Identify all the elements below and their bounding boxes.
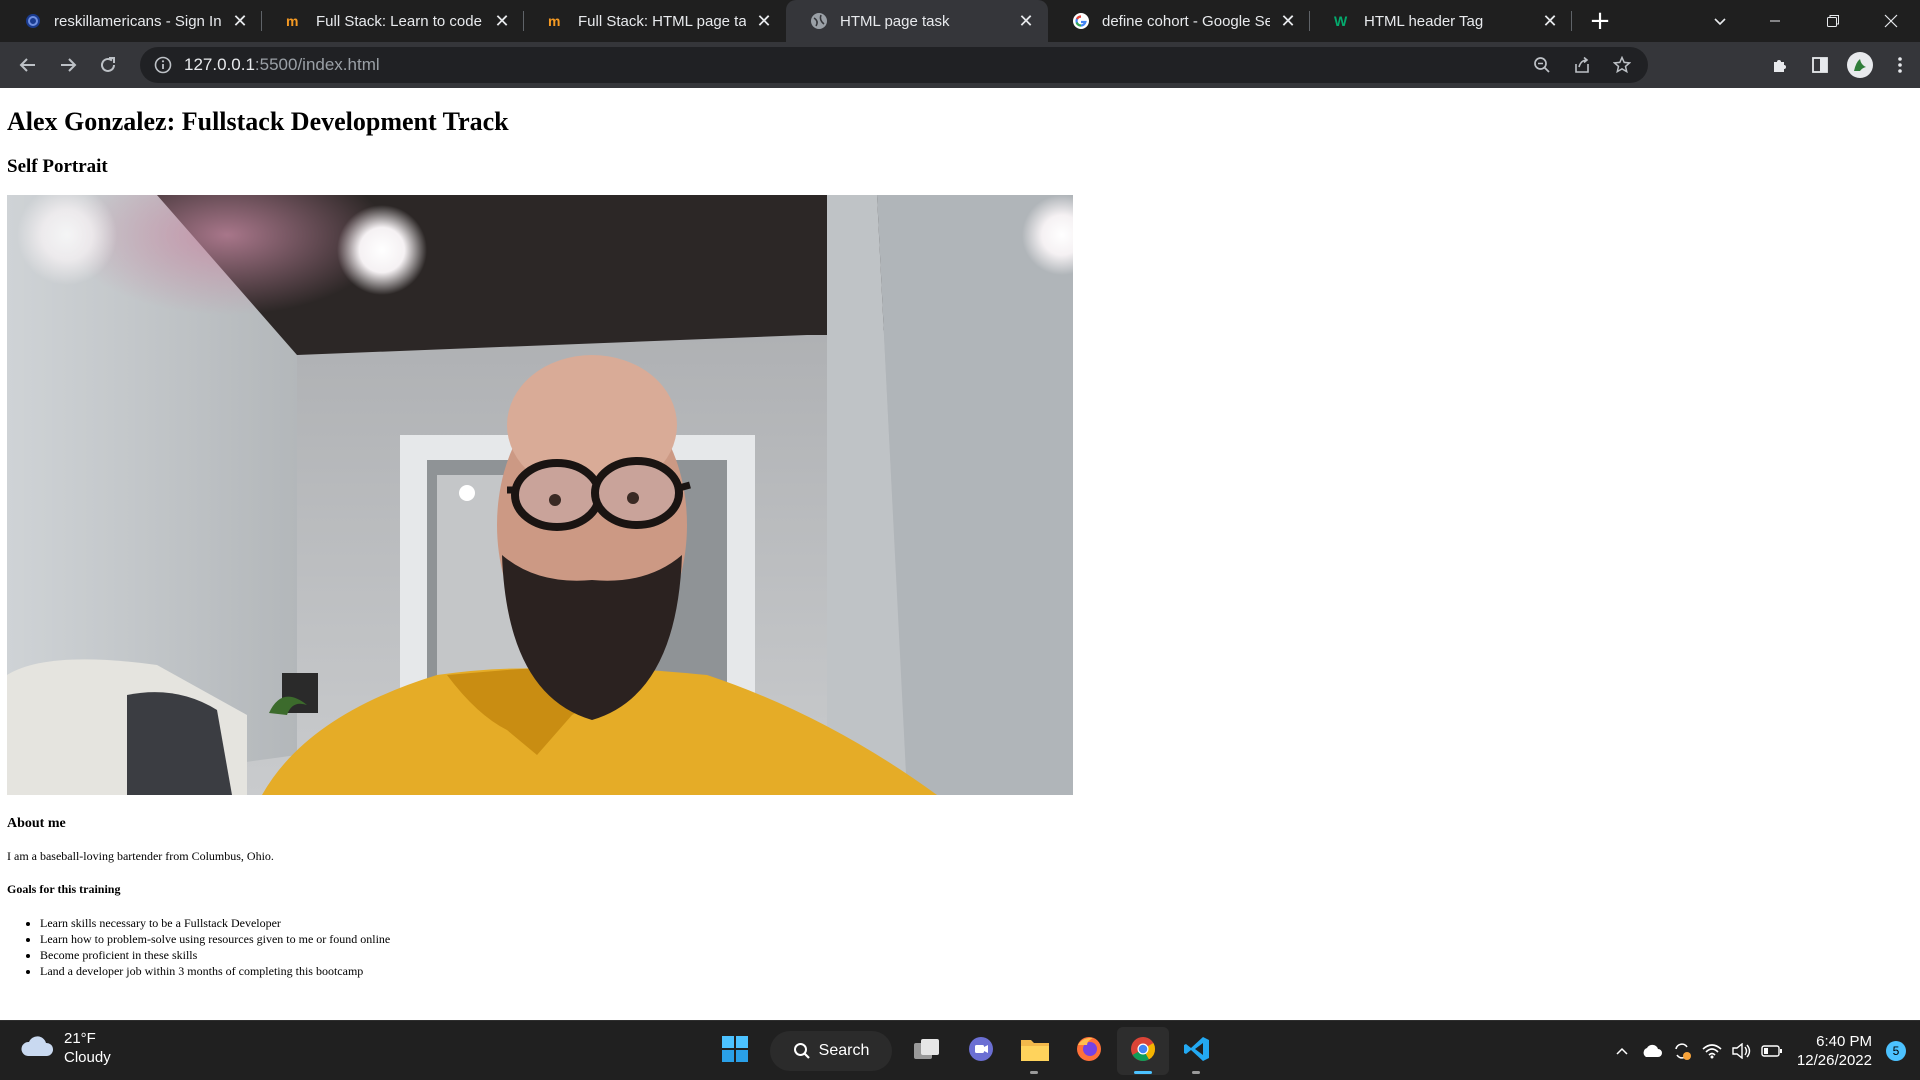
tab-html-header-tag[interactable]: W HTML header Tag ✕ xyxy=(1310,0,1572,42)
clock-date: 12/26/2022 xyxy=(1796,1052,1872,1069)
extensions-puzzle-icon[interactable] xyxy=(1760,45,1800,85)
share-icon[interactable] xyxy=(1562,47,1602,83)
clock-time: 6:40 PM xyxy=(1816,1033,1872,1050)
wifi-icon[interactable] xyxy=(1697,1031,1727,1071)
tab-title: Full Stack: Learn to code HTML xyxy=(316,12,484,30)
tab-title: define cohort - Google Search xyxy=(1102,12,1270,30)
tab-search-chevron-down-icon[interactable] xyxy=(1700,0,1740,42)
vscode-button[interactable] xyxy=(1171,1027,1223,1075)
sync-icon[interactable] xyxy=(1667,1031,1697,1071)
back-arrow-icon[interactable] xyxy=(8,45,48,85)
close-icon[interactable]: ✕ xyxy=(754,11,774,31)
vscode-icon xyxy=(1183,1035,1211,1068)
notification-badge[interactable]: 5 xyxy=(1886,1041,1906,1061)
window-controls xyxy=(1746,0,1920,42)
tab-title: reskillamericans - Sign In xyxy=(54,12,222,30)
chrome-menu-icon[interactable] xyxy=(1880,45,1920,85)
profile-avatar[interactable] xyxy=(1840,45,1880,85)
taskbar-search-button[interactable]: Search xyxy=(770,1031,892,1071)
tab-html-page-task[interactable]: HTML page task ✕ xyxy=(786,0,1048,42)
m-logo-icon: m xyxy=(548,12,566,30)
w-logo-icon: W xyxy=(1334,12,1352,30)
browser-toolbar: 127.0.0.1:5500/index.html xyxy=(0,42,1920,88)
volume-icon[interactable] xyxy=(1727,1031,1757,1071)
teams-chat-icon xyxy=(967,1035,995,1068)
start-button[interactable] xyxy=(709,1027,761,1075)
list-item: Land a developer job within 3 months of … xyxy=(40,963,390,979)
tab-define-cohort[interactable]: define cohort - Google Search ✕ xyxy=(1048,0,1310,42)
goals-heading: Goals for this training xyxy=(7,882,121,896)
circle-logo-icon xyxy=(24,12,42,30)
tab-title: Full Stack: HTML page task xyxy=(578,12,746,30)
close-icon[interactable]: ✕ xyxy=(230,11,250,31)
web-page-content: Alex Gonzalez: Fullstack Development Tra… xyxy=(0,88,1920,1020)
list-item: Become proficient in these skills xyxy=(40,947,390,963)
minimize-icon[interactable] xyxy=(1746,0,1804,42)
running-indicator xyxy=(1134,1071,1152,1074)
zoom-icon[interactable] xyxy=(1522,47,1562,83)
close-window-icon[interactable] xyxy=(1862,0,1920,42)
side-panel-icon[interactable] xyxy=(1800,45,1840,85)
running-indicator xyxy=(1030,1071,1038,1074)
task-view-icon xyxy=(913,1037,941,1066)
tab-full-stack-learn[interactable]: m Full Stack: Learn to code HTML ✕ xyxy=(262,0,524,42)
google-icon xyxy=(1072,12,1090,30)
list-item: Learn skills necessary to be a Fullstack… xyxy=(40,915,390,931)
site-info-icon[interactable] xyxy=(154,56,172,74)
folder-icon xyxy=(1020,1036,1050,1067)
cloud-icon xyxy=(20,1034,54,1063)
goals-list: Learn skills necessary to be a Fullstack… xyxy=(40,915,390,979)
chrome-button[interactable] xyxy=(1117,1027,1169,1075)
avatar xyxy=(1847,52,1873,78)
weather-widget[interactable]: 21°F Cloudy xyxy=(20,1029,111,1067)
url-path: :5500/index.html xyxy=(254,55,380,74)
search-icon xyxy=(793,1043,810,1059)
address-bar[interactable]: 127.0.0.1:5500/index.html xyxy=(140,47,1648,83)
chrome-icon xyxy=(1129,1035,1157,1068)
restore-icon[interactable] xyxy=(1804,0,1862,42)
system-clock[interactable]: 6:40 PM 12/26/2022 xyxy=(1797,1032,1872,1070)
tab-separator xyxy=(1571,11,1572,31)
tab-title: HTML page task xyxy=(840,12,950,30)
globe-icon xyxy=(810,12,828,30)
chat-app-button[interactable] xyxy=(955,1027,1007,1075)
close-icon[interactable]: ✕ xyxy=(1016,11,1036,31)
portrait-heading: Self Portrait xyxy=(7,156,108,177)
bookmark-star-icon[interactable] xyxy=(1602,47,1642,83)
search-label: Search xyxy=(818,1042,870,1059)
self-portrait-image xyxy=(7,195,1073,795)
tab-title: HTML header Tag xyxy=(1364,12,1484,30)
about-me-heading: About me xyxy=(7,816,66,831)
close-icon[interactable]: ✕ xyxy=(1540,11,1560,31)
close-icon[interactable]: ✕ xyxy=(1278,11,1298,31)
tab-reskillamericans[interactable]: reskillamericans - Sign In ✕ xyxy=(0,0,262,42)
running-indicator xyxy=(1192,1071,1200,1074)
svg-text:W: W xyxy=(1334,14,1348,28)
close-icon[interactable]: ✕ xyxy=(492,11,512,31)
forward-arrow-icon[interactable] xyxy=(48,45,88,85)
file-explorer-button[interactable] xyxy=(1009,1027,1061,1075)
weather-temperature: 21°F xyxy=(64,1030,96,1047)
reload-icon[interactable] xyxy=(88,45,128,85)
svg-text:m: m xyxy=(286,14,298,28)
browser-tab-strip: reskillamericans - Sign In ✕ m Full Stac… xyxy=(0,0,1920,42)
battery-icon[interactable] xyxy=(1757,1031,1787,1071)
system-tray: 6:40 PM 12/26/2022 5 xyxy=(1607,1021,1920,1080)
weather-condition: Cloudy xyxy=(64,1049,111,1066)
svg-text:m: m xyxy=(548,14,560,28)
m-logo-icon: m xyxy=(286,12,304,30)
about-me-text: I am a baseball-loving bartender from Co… xyxy=(7,849,274,863)
url-host: 127.0.0.1 xyxy=(184,55,255,74)
firefox-icon xyxy=(1075,1035,1103,1068)
page-title: Alex Gonzalez: Fullstack Development Tra… xyxy=(7,107,509,136)
firefox-button[interactable] xyxy=(1063,1027,1115,1075)
chevron-up-icon[interactable] xyxy=(1607,1031,1637,1071)
task-view-button[interactable] xyxy=(901,1027,953,1075)
list-item: Learn how to problem-solve using resourc… xyxy=(40,931,390,947)
windows-logo-icon xyxy=(721,1035,749,1068)
tab-full-stack-task[interactable]: m Full Stack: HTML page task ✕ xyxy=(524,0,786,42)
new-tab-button[interactable]: + xyxy=(1580,0,1620,42)
windows-taskbar: 21°F Cloudy Search 6:40 PM 12/26/2022 5 xyxy=(0,1020,1920,1080)
onedrive-cloud-icon[interactable] xyxy=(1637,1031,1667,1071)
